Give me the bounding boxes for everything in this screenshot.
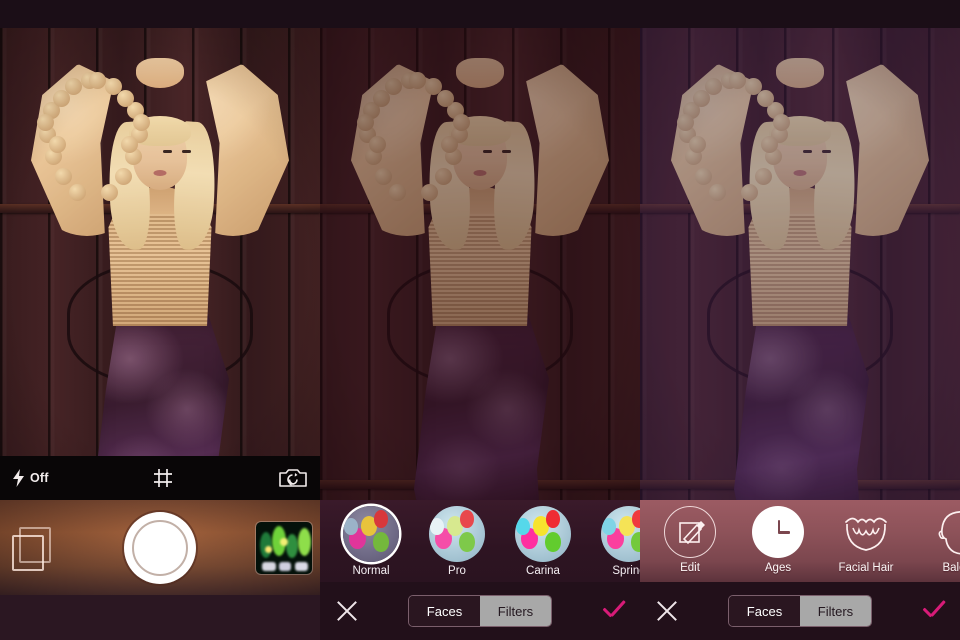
faces-filters-segmented-control[interactable]: Faces Filters <box>728 595 872 627</box>
tab-faces[interactable]: Faces <box>729 596 800 626</box>
filter-item[interactable]: Spring <box>586 506 640 577</box>
face-effect-label: Edit <box>680 562 700 574</box>
face-effects-action-bar: Faces Filters <box>640 582 960 640</box>
filter-item[interactable]: Carina <box>500 506 586 577</box>
flash-toggle[interactable]: Off <box>12 469 49 487</box>
flash-state-label: Off <box>30 471 49 485</box>
tab-filters[interactable]: Filters <box>800 596 871 626</box>
grid-icon[interactable] <box>151 466 175 490</box>
face-effects-carousel[interactable]: Edit Ages Facial Hair Bal <box>640 500 960 582</box>
balloons-thumbnail[interactable] <box>429 506 485 562</box>
filter-label: Carina <box>526 565 560 577</box>
checkmark-icon[interactable] <box>920 598 946 624</box>
tab-filters[interactable]: Filters <box>480 596 551 626</box>
balloons-thumbnail[interactable] <box>601 506 640 562</box>
faces-filters-segmented-control[interactable]: Faces Filters <box>408 595 552 627</box>
gallery-thumbnail[interactable] <box>256 521 312 574</box>
screenshot-root: Off Normal Pro Carina Sprin Faces Filter… <box>0 0 960 640</box>
face-effect-item[interactable]: Edit <box>646 506 734 574</box>
face-effect-item[interactable]: Facial Hair <box>822 506 910 574</box>
balloons-thumbnail[interactable] <box>515 506 571 562</box>
panel-filters: Normal Pro Carina Sprin Faces Filters <box>320 0 640 640</box>
filter-label: Spring <box>612 565 640 577</box>
tab-faces[interactable]: Faces <box>409 596 480 626</box>
bald-head-icon[interactable] <box>928 506 960 558</box>
filter-item[interactable]: Pro <box>414 506 500 577</box>
checkmark-icon[interactable] <box>600 598 626 624</box>
pencil-square-icon[interactable] <box>664 506 716 558</box>
face-effect-label: Facial Hair <box>838 562 894 574</box>
close-x-icon[interactable] <box>654 598 680 624</box>
beard-icon[interactable] <box>840 506 892 558</box>
filter-item[interactable]: Normal <box>328 506 414 577</box>
face-effect-item[interactable]: Bald <box>910 506 960 574</box>
camera-top-toolbar: Off <box>0 456 320 500</box>
overlapping-squares-icon[interactable] <box>12 526 51 571</box>
face-effect-item[interactable]: Ages <box>734 506 822 574</box>
filter-carousel[interactable]: Normal Pro Carina Sprin <box>320 500 640 582</box>
lightning-bolt-icon <box>13 469 24 487</box>
camera-flip-icon[interactable] <box>278 467 308 489</box>
filter-label: Pro <box>448 565 466 577</box>
panel-face-effects: Edit Ages Facial Hair Bal Faces Filters <box>640 0 960 640</box>
face-effect-label: Ages <box>764 562 792 574</box>
filters-action-bar: Faces Filters <box>320 582 640 640</box>
close-x-icon[interactable] <box>334 598 360 624</box>
panel-camera-capture: Off <box>0 0 320 640</box>
balloons-thumbnail[interactable] <box>343 506 399 562</box>
filter-label: Normal <box>352 565 390 577</box>
face-effect-label: Bald <box>942 562 960 574</box>
camera-footer-strip <box>0 595 320 640</box>
camera-control-shelf <box>0 500 320 595</box>
clock-icon[interactable] <box>752 506 804 558</box>
shutter-button[interactable] <box>128 515 192 580</box>
